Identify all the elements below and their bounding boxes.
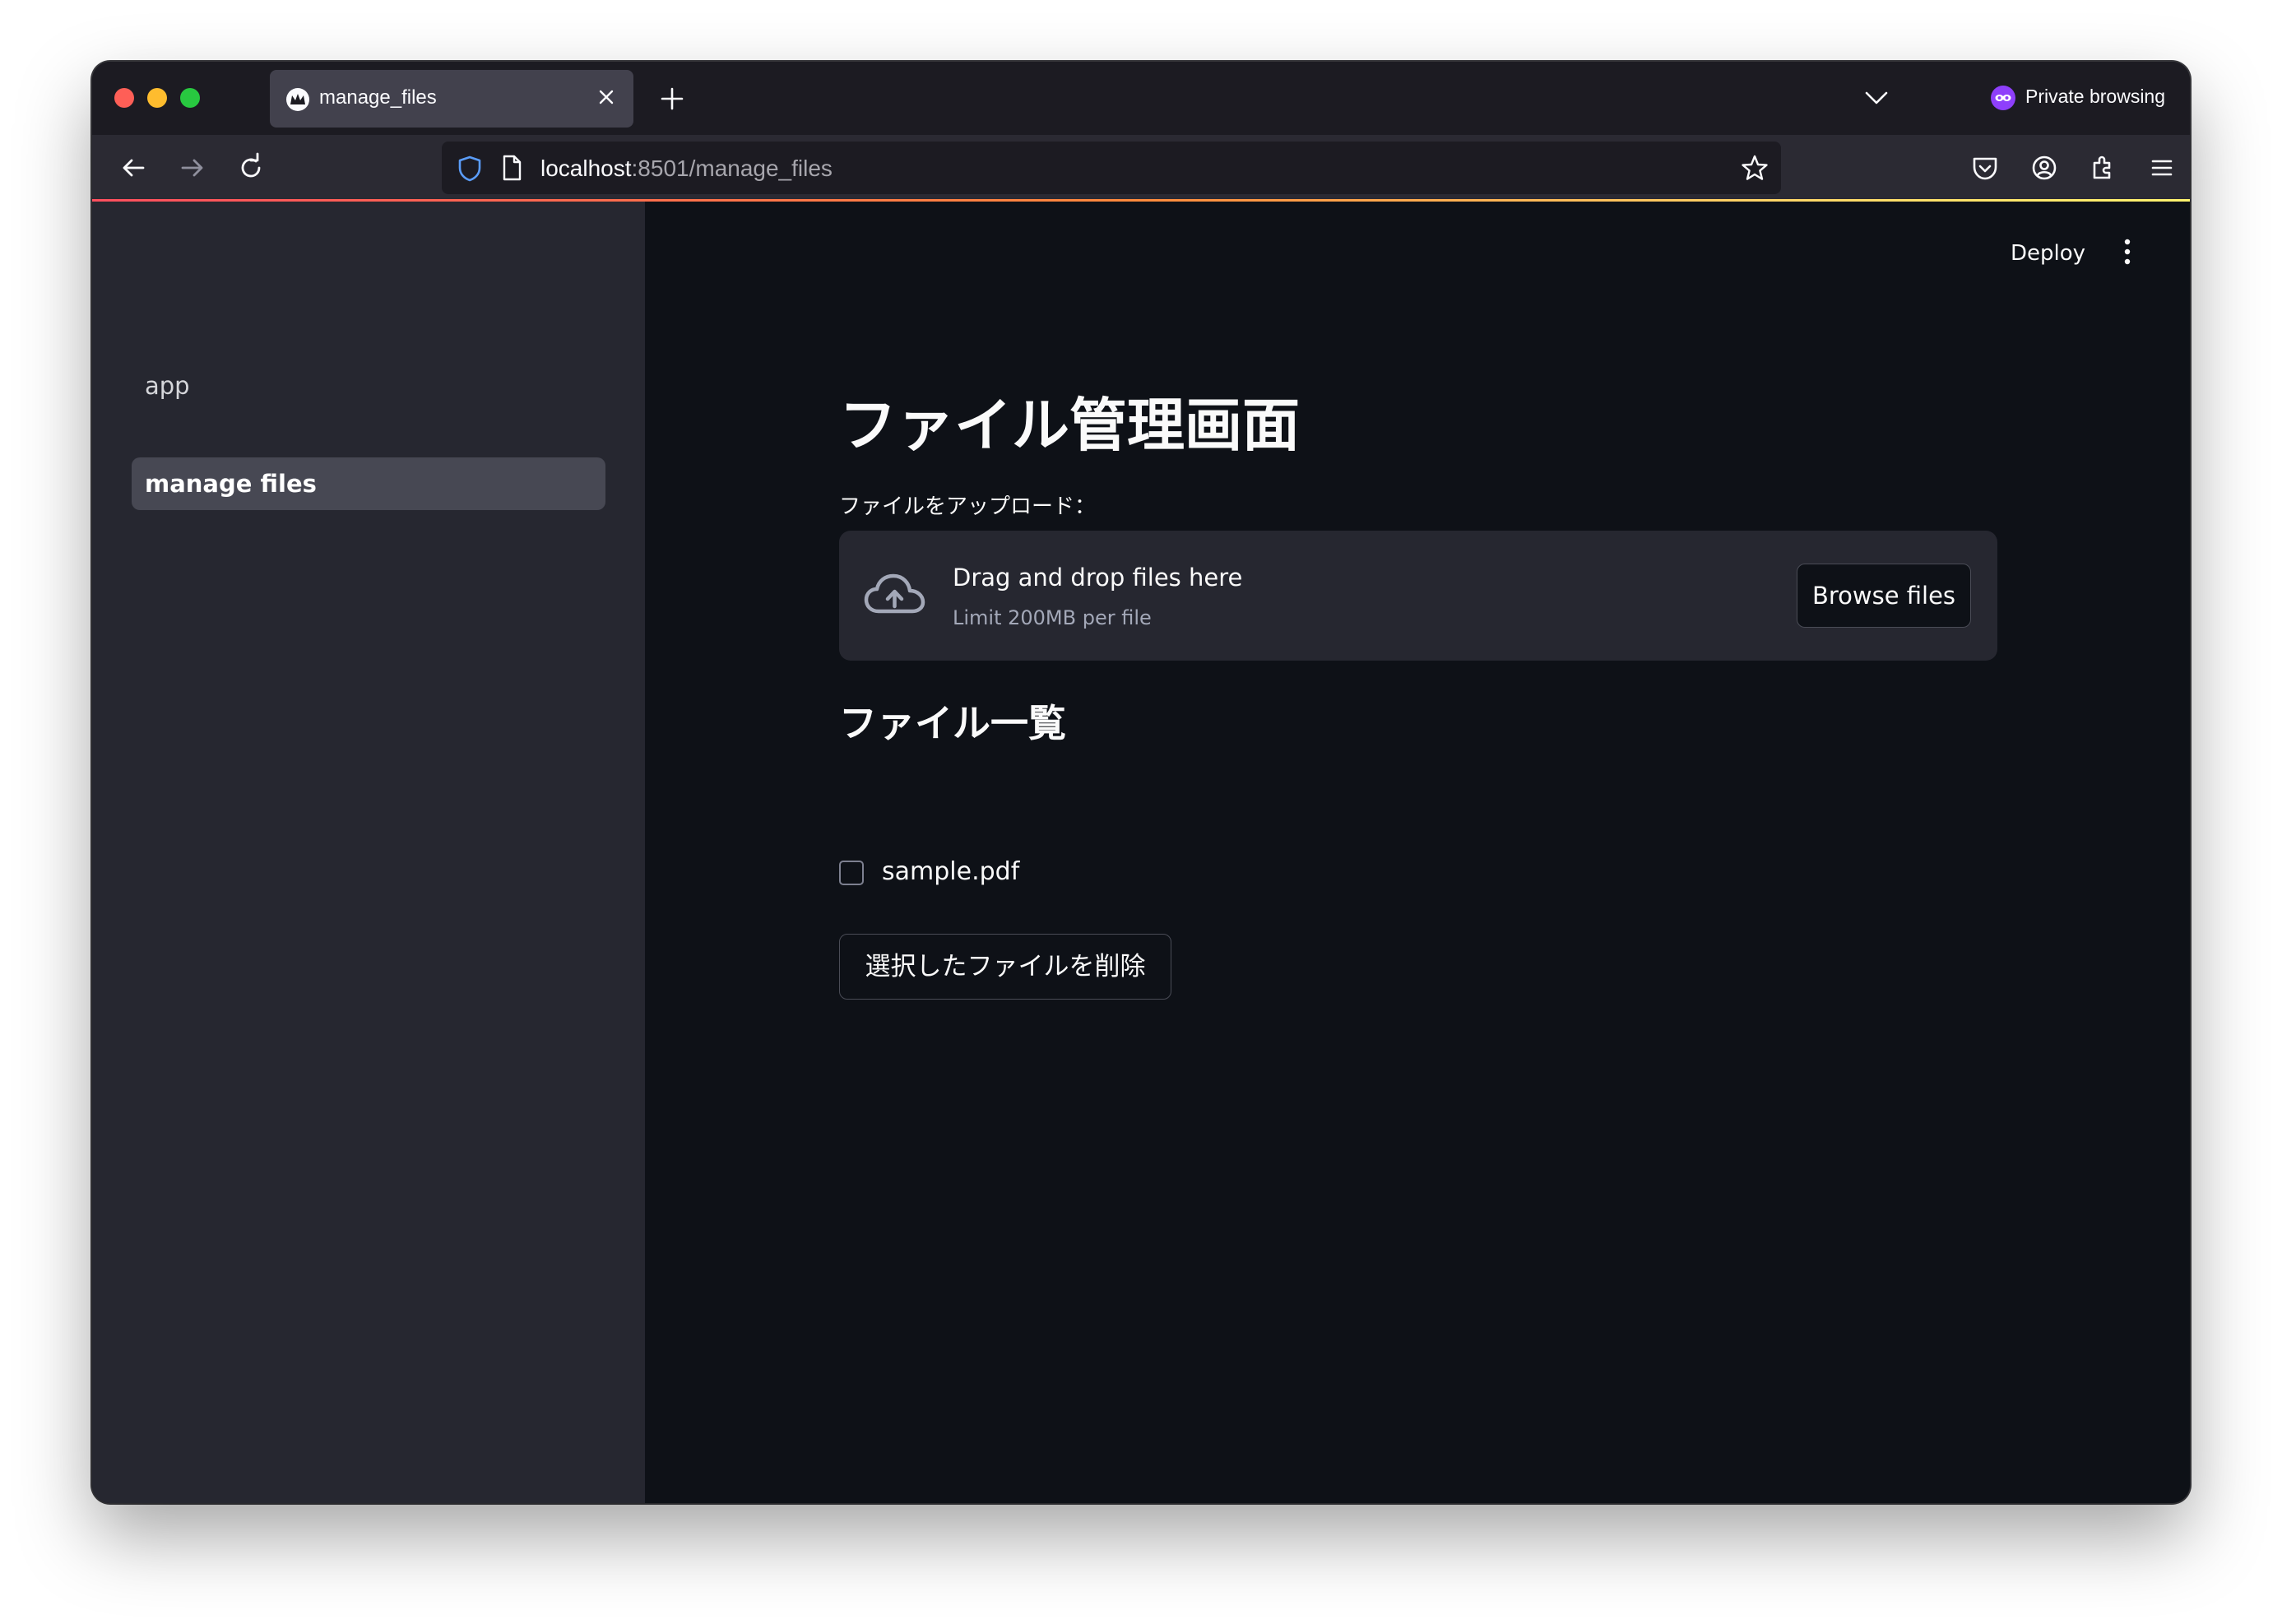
browser-window: manage_files Private browsing localhost:… [92, 62, 2190, 1503]
bookmark-star-icon[interactable] [1740, 153, 1769, 183]
reload-icon[interactable] [234, 151, 267, 184]
hamburger-menu-icon[interactable] [2145, 151, 2178, 184]
streamlit-favicon-icon [286, 88, 309, 111]
minimize-window-button[interactable] [147, 88, 167, 108]
browse-files-button[interactable]: Browse files [1797, 564, 1971, 628]
close-window-button[interactable] [114, 88, 134, 108]
back-arrow-icon[interactable] [117, 151, 150, 184]
private-browsing-label: Private browsing [2025, 86, 2166, 107]
tab-title: manage_files [319, 86, 437, 109]
page-title: ファイル管理画面 [839, 392, 1300, 459]
sidebar-item-label: manage files [145, 470, 317, 498]
dropzone-title: Drag and drop files here [953, 564, 1243, 592]
sidebar-item-manage-files[interactable]: manage files [132, 457, 605, 510]
deploy-button[interactable]: Deploy [2011, 241, 2085, 266]
file-list-heading: ファイル一覧 [839, 701, 1066, 745]
private-browsing-icon [1991, 86, 2015, 110]
chevron-down-icon[interactable] [1862, 86, 1890, 109]
dropzone-limit: Limit 200MB per file [953, 606, 1152, 629]
tab-bar: manage_files Private browsing [92, 62, 2190, 135]
file-dropzone[interactable]: Drag and drop files here Limit 200MB per… [839, 531, 1997, 661]
tracking-protection-shield-icon[interactable] [457, 155, 483, 183]
cloud-upload-icon [864, 573, 925, 614]
pocket-icon[interactable] [1969, 151, 2001, 184]
url-host: localhost [540, 155, 632, 181]
delete-selected-button[interactable]: 選択したファイルを削除 [839, 934, 1171, 1000]
url-path: :8501/manage_files [631, 155, 833, 181]
address-bar[interactable]: localhost:8501/manage_files [442, 142, 1781, 194]
more-options-icon[interactable] [2119, 238, 2136, 266]
tab-manage-files[interactable]: manage_files [270, 70, 633, 128]
maximize-window-button[interactable] [180, 88, 200, 108]
account-icon[interactable] [2028, 151, 2061, 184]
navigation-toolbar: localhost:8501/manage_files [92, 135, 2190, 201]
sidebar-item-label: app [145, 372, 190, 400]
page-info-icon[interactable] [501, 155, 522, 181]
forward-arrow-icon[interactable] [176, 151, 209, 184]
url-text[interactable]: localhost:8501/manage_files [540, 155, 833, 182]
main-content: Deploy ファイル管理画面 ファイルをアップロード： Drag and dr… [645, 202, 2190, 1503]
sidebar: app manage files [92, 202, 645, 1503]
close-tab-icon[interactable] [594, 85, 619, 109]
sidebar-item-app[interactable]: app [132, 360, 605, 412]
upload-label: ファイルをアップロード： [839, 494, 1097, 519]
file-checkbox[interactable] [839, 861, 864, 885]
file-name-label[interactable]: sample.pdf [882, 857, 1019, 886]
extensions-puzzle-icon[interactable] [2086, 151, 2119, 184]
new-tab-icon[interactable] [658, 85, 686, 113]
